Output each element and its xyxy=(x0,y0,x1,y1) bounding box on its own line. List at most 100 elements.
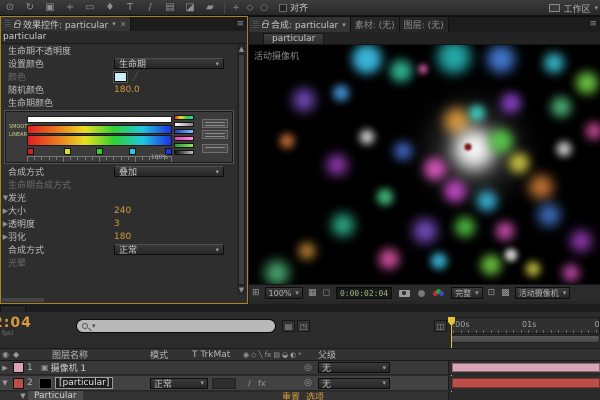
fx-switch[interactable]: fx xyxy=(258,379,266,388)
property-value[interactable]: 3 xyxy=(114,219,120,229)
timeline-search-box[interactable]: ▾ xyxy=(76,319,276,333)
trkmat-dropdown[interactable] xyxy=(212,377,236,389)
puppet-pin-tool[interactable]: ▰ xyxy=(200,0,220,16)
shape-tool[interactable]: ▭ xyxy=(80,0,100,16)
pickwhip-icon[interactable]: ◎ xyxy=(304,363,312,373)
chevron-down-icon[interactable]: ▾ xyxy=(342,21,346,29)
gradient-stop[interactable] xyxy=(129,148,137,155)
tab-composition[interactable]: 合成: particular ▾ xyxy=(249,17,351,32)
parent-dropdown[interactable]: 无 ▾ xyxy=(318,377,390,390)
tab-layer[interactable]: 图层: (无) xyxy=(399,17,449,32)
gradient-rainbow-bar-1[interactable] xyxy=(27,125,172,134)
blend-mode-dropdown[interactable]: 正常 ▾ xyxy=(150,377,208,390)
comp-breadcrumb[interactable]: particular xyxy=(263,32,325,44)
show-snapshot-icon[interactable] xyxy=(418,289,426,297)
gradient-preset-green[interactable] xyxy=(174,143,194,148)
twirl-icon[interactable]: ▶ xyxy=(0,364,10,372)
pan-behind-tool[interactable]: + xyxy=(60,0,80,16)
layer-row-camera[interactable]: ▶ 1 ▣ 摄像机 1 ◎ 无 ▾ xyxy=(0,361,600,375)
tab-effect-controls[interactable]: 效果控件: particular ▾ ✕ xyxy=(1,17,132,31)
layer-color-swatch[interactable] xyxy=(13,377,24,389)
align-checkbox[interactable] xyxy=(279,3,287,12)
color-over-life-gradient[interactable]: SMOOTH LINEAR 100% xyxy=(4,110,234,164)
clone-stamp-tool[interactable]: ▤ xyxy=(160,0,180,16)
scroll-down-icon[interactable]: ▼ xyxy=(237,286,246,294)
comp-mini-flowchart-icon[interactable]: ▤ xyxy=(282,320,295,332)
channel-rgb-icon[interactable] xyxy=(433,288,445,298)
vertical-scrollbar[interactable]: ▲ ▼ xyxy=(237,44,246,295)
chevron-down-icon[interactable]: ▾ xyxy=(112,20,116,28)
gradient-stop[interactable] xyxy=(64,148,72,155)
gradient-open-button[interactable] xyxy=(202,144,228,153)
workspace-switcher[interactable]: 工作区 ▾ xyxy=(549,0,598,16)
safe-guides-icon[interactable]: ▦ xyxy=(308,288,317,298)
panel-menu-icon[interactable]: ≡ xyxy=(589,19,597,29)
eyedropper-icon[interactable]: ╱ xyxy=(133,72,145,82)
layer-duration-bar[interactable] xyxy=(452,378,600,388)
timeline-tab-stub[interactable] xyxy=(0,305,26,312)
property-value[interactable]: 240 xyxy=(114,206,131,216)
property-dropdown[interactable]: 叠加 ▾ xyxy=(114,166,224,178)
twirl-icon[interactable]: ▼ xyxy=(0,379,10,387)
col-layer-name[interactable]: 图层名称 xyxy=(52,348,88,361)
layer-color-swatch[interactable] xyxy=(13,362,24,373)
draft-3d-icon[interactable]: ◳ xyxy=(297,320,310,332)
gradient-preset-rainbow[interactable] xyxy=(174,115,194,120)
scrollbar-thumb[interactable] xyxy=(238,54,245,285)
property-dropdown[interactable]: 正常 ▾ xyxy=(114,244,224,256)
color-swatch[interactable] xyxy=(113,70,128,83)
col-parent[interactable]: 父级 xyxy=(318,348,336,361)
snapshot-camera-icon[interactable] xyxy=(399,289,411,297)
layer-duration-bar[interactable] xyxy=(452,363,600,372)
col-mode[interactable]: 模式 xyxy=(150,348,168,361)
graph-editor-icon[interactable]: ◫ xyxy=(434,320,447,332)
type-tool[interactable]: T xyxy=(120,0,140,16)
tab-footage[interactable]: 素材: (无) xyxy=(350,17,400,32)
col-trkmat[interactable]: T TrkMat xyxy=(192,350,230,360)
axis-mode-icon-2[interactable]: ○ xyxy=(257,3,271,13)
property-value[interactable]: 180 xyxy=(114,232,131,242)
effect-row-particular[interactable]: ▼ Particular 重置 选项 xyxy=(0,390,600,400)
expand-icon[interactable]: ⊞ xyxy=(252,288,260,298)
gradient-preset-dark[interactable] xyxy=(174,150,194,155)
property-dropdown[interactable]: 生命期 ▾ xyxy=(114,58,224,70)
effect-options-link[interactable]: 选项 xyxy=(306,390,324,400)
current-time-display[interactable]: 2:04 xyxy=(0,315,32,331)
panel-menu-icon[interactable]: ≡ xyxy=(236,19,244,29)
layer-name-edit-field[interactable]: [particular] xyxy=(55,377,114,389)
parent-dropdown[interactable]: 无 ▾ xyxy=(318,362,390,374)
mask-visibility-icon[interactable]: ◻ xyxy=(322,288,329,298)
layer-name[interactable]: 摄像机 1 xyxy=(51,361,87,374)
effect-name[interactable]: Particular xyxy=(28,391,83,400)
region-of-interest-icon[interactable]: ⊡ xyxy=(488,288,496,298)
motion-blur-switch[interactable]: / xyxy=(248,379,251,388)
magnification-dropdown[interactable]: 100% ▾ xyxy=(264,287,303,299)
resolution-dropdown[interactable]: 完整 ▾ xyxy=(451,287,483,299)
zoom-tool[interactable]: ⊙ xyxy=(0,0,20,16)
pen-tool[interactable]: ♦ xyxy=(100,0,120,16)
composition-canvas[interactable]: 活动摄像机 xyxy=(249,45,600,299)
pickwhip-icon[interactable]: ◎ xyxy=(304,378,312,388)
gradient-preset-blue[interactable] xyxy=(174,129,194,134)
property-value[interactable]: 180.0 xyxy=(114,85,140,95)
gradient-rainbow-bar-2[interactable] xyxy=(27,135,172,146)
track-area[interactable] xyxy=(448,376,600,390)
axis-mode-icon-1[interactable]: ◇ xyxy=(243,3,257,13)
gradient-stop[interactable] xyxy=(27,148,34,155)
gradient-preset-button[interactable] xyxy=(202,119,228,128)
close-icon[interactable]: ✕ xyxy=(120,20,127,29)
rotation-tool[interactable]: ↻ xyxy=(20,0,40,16)
work-area-bar[interactable] xyxy=(450,335,600,343)
view-camera-dropdown[interactable]: 活动摄像机 ▾ xyxy=(514,287,571,299)
gradient-stop[interactable] xyxy=(96,148,103,155)
axis-mode-icon-0[interactable]: + xyxy=(229,3,243,13)
scroll-up-icon[interactable]: ▲ xyxy=(237,45,246,53)
time-ruler[interactable]: :00s 01s 02s xyxy=(450,317,600,334)
camera-tool[interactable]: ▣ xyxy=(40,0,60,16)
twirl-icon[interactable]: ▼ xyxy=(18,392,28,400)
eraser-tool[interactable]: ◪ xyxy=(180,0,200,16)
gradient-preset-magenta[interactable] xyxy=(174,136,194,141)
transparency-grid-icon[interactable]: ▩ xyxy=(501,288,510,298)
brush-tool[interactable]: / xyxy=(140,0,160,16)
effect-reset-link[interactable]: 重置 xyxy=(282,390,300,400)
